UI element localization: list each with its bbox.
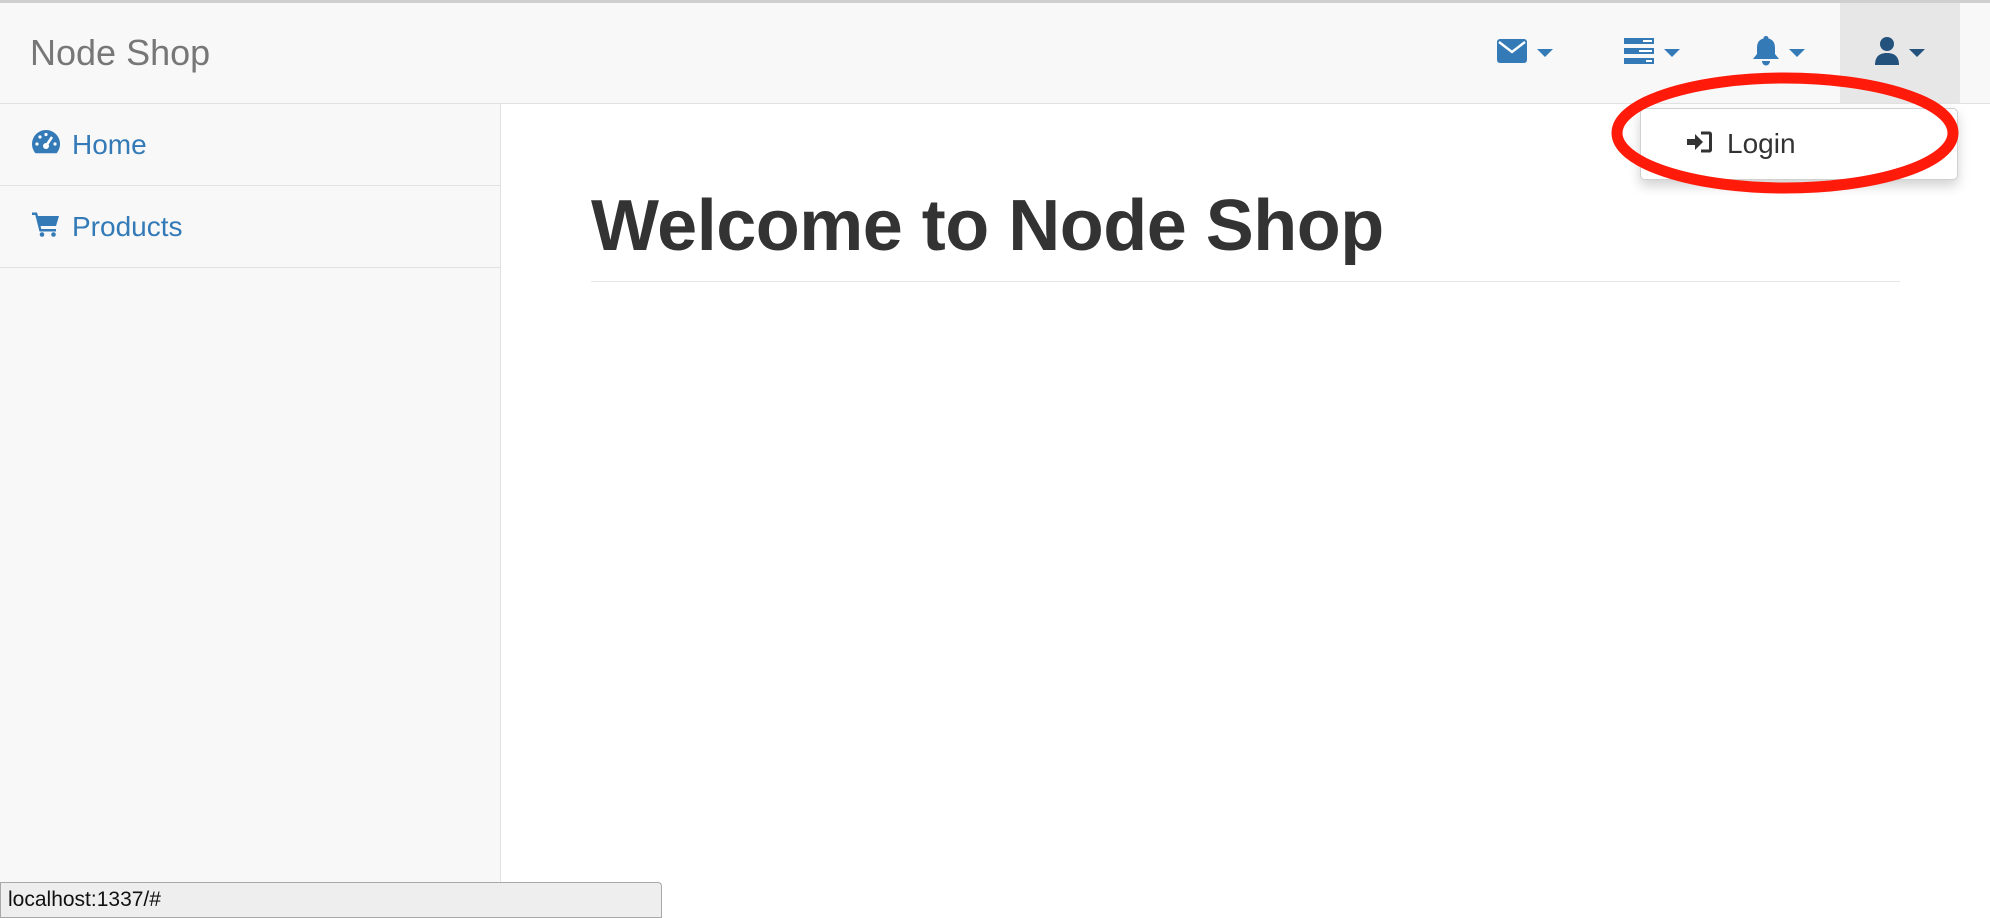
user-dropdown-menu: Login [1640, 108, 1958, 180]
chevron-down-icon [1537, 49, 1553, 57]
sidebar-item-label: Products [72, 210, 183, 242]
envelope-icon [1497, 38, 1527, 68]
chevron-down-icon [1789, 49, 1805, 57]
browser-status-url: localhost:1337/# [0, 882, 662, 918]
title-divider [591, 281, 1900, 282]
chevron-down-icon [1909, 49, 1925, 57]
page: Node Shop Home Products Welcome to Node … [0, 0, 1990, 918]
sidebar-item-products[interactable]: Products [0, 186, 500, 268]
sidebar: Home Products [0, 104, 501, 918]
page-title: Welcome to Node Shop [591, 186, 1384, 266]
tasks-icon [1624, 37, 1654, 69]
sign-in-icon [1687, 130, 1713, 159]
login-menu-item[interactable]: Login [1727, 128, 1796, 160]
user-icon [1875, 36, 1899, 70]
brand-link[interactable]: Node Shop [30, 33, 210, 73]
dashboard-icon [32, 130, 60, 159]
tasks-dropdown-toggle[interactable] [1597, 3, 1707, 103]
sidebar-item-label: Home [72, 128, 147, 160]
messages-dropdown-toggle[interactable] [1470, 3, 1580, 103]
bell-icon [1753, 35, 1779, 71]
user-dropdown-toggle[interactable] [1840, 3, 1960, 103]
chevron-down-icon [1664, 49, 1680, 57]
shopping-cart-icon [32, 211, 60, 242]
top-navbar: Node Shop [0, 3, 1990, 104]
sidebar-item-home[interactable]: Home [0, 104, 500, 186]
alerts-dropdown-toggle[interactable] [1724, 3, 1834, 103]
